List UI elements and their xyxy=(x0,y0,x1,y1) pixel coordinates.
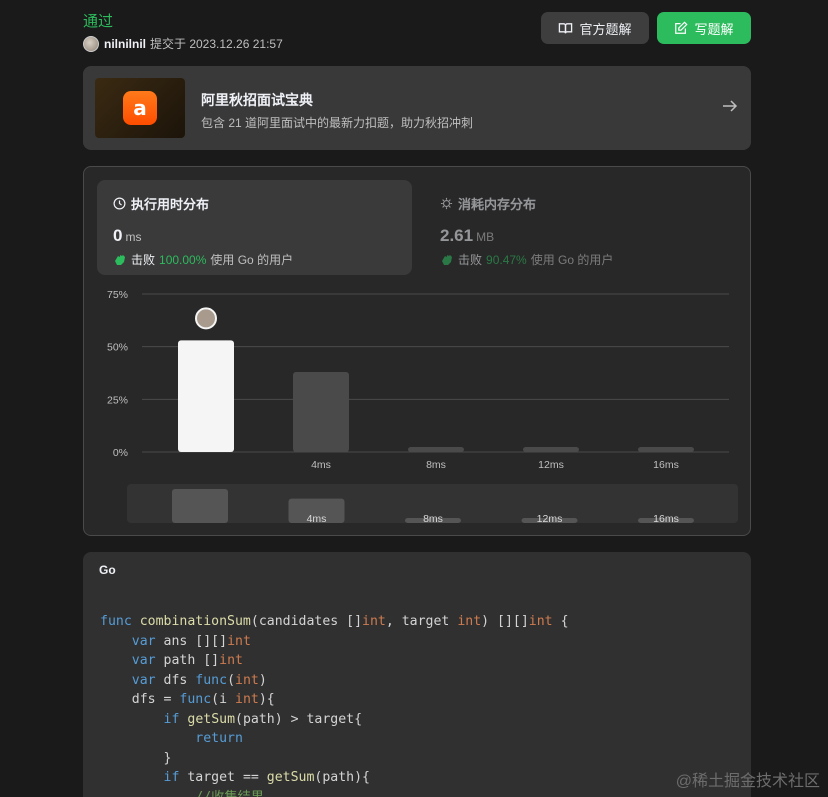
runtime-card[interactable]: 执行用时分布 0 ms 击败 100.00% 使用 Go 的用户 xyxy=(97,180,412,275)
y-tick-label: 50% xyxy=(107,342,128,354)
official-solution-label: 官方题解 xyxy=(579,21,632,37)
x-tick-label: 4ms xyxy=(311,459,331,471)
memory-beat-label: 击败 xyxy=(458,253,483,267)
alibaba-logo-icon: a xyxy=(123,91,157,125)
x-tick-label: 8ms xyxy=(426,459,446,471)
memory-unit: MB xyxy=(476,230,495,244)
overview-tick-label: 12ms xyxy=(537,513,563,525)
y-tick-label: 75% xyxy=(107,289,128,301)
clap-icon xyxy=(442,254,452,265)
banner-thumbnail: a xyxy=(95,78,185,138)
runtime-beat: 击败 100.00% 使用 Go 的用户 xyxy=(113,251,396,268)
runtime-beat-suffix: 使用 Go 的用户 xyxy=(210,253,294,267)
memory-beat-pct: 90.47% xyxy=(486,252,527,267)
write-solution-button[interactable]: 写题解 xyxy=(657,12,751,44)
book-icon xyxy=(559,22,573,33)
clock-icon xyxy=(113,197,126,210)
runtime-card-header: 执行用时分布 xyxy=(113,194,396,213)
promo-banner[interactable]: a 阿里秋招面试宝典 包含 21 道阿里面试中的最新力扣题，助力秋招冲刺 xyxy=(83,66,751,150)
username[interactable]: nilnilnil xyxy=(104,37,146,51)
runtime-title: 执行用时分布 xyxy=(131,197,210,212)
bar xyxy=(293,371,349,452)
memory-card[interactable]: 消耗内存分布 2.61 MB 击败 90.47% 使用 Go 的用户 xyxy=(424,180,739,275)
user-avatar-marker xyxy=(195,307,217,330)
bar xyxy=(178,340,234,452)
bar xyxy=(408,447,464,452)
overview-tick-label: 4ms xyxy=(307,513,327,525)
chip-icon xyxy=(440,197,453,210)
runtime-number: 0 xyxy=(113,226,123,245)
memory-beat-suffix: 使用 Go 的用户 xyxy=(530,253,614,267)
memory-card-header: 消耗内存分布 xyxy=(440,194,723,213)
runtime-beat-pct: 100.00% xyxy=(159,252,207,267)
submission-status: 通过 xyxy=(83,13,114,30)
clap-icon xyxy=(115,254,125,265)
performance-panel: 执行用时分布 0 ms 击败 100.00% 使用 Go 的用户 消耗内存分布 2… xyxy=(83,166,751,536)
submitted-time: 提交于 2023.12.26 21:57 xyxy=(150,37,283,51)
runtime-unit: ms xyxy=(125,230,142,244)
runtime-distribution-chart: 75% 50% 25% 0% 4ms 8ms 12ms 16ms 4ms 8ms 12ms 16ms xyxy=(107,289,738,525)
memory-beat: 击败 90.47% 使用 Go 的用户 xyxy=(440,251,723,268)
submission-meta: nilnilnil 提交于 2023.12.26 21:57 xyxy=(83,35,283,52)
bar xyxy=(523,447,579,452)
write-solution-label: 写题解 xyxy=(694,21,734,37)
runtime-beat-label: 击败 xyxy=(131,253,156,267)
edit-icon xyxy=(675,21,689,34)
arrow-right-icon xyxy=(723,100,738,112)
overview-bar xyxy=(172,489,228,523)
avatar[interactable] xyxy=(83,35,99,52)
overview-tick-label: 8ms xyxy=(423,513,443,525)
bar xyxy=(638,447,694,452)
x-tick-label: 16ms xyxy=(653,459,679,471)
code-language: Go xyxy=(99,563,116,577)
banner-description: 包含 21 道阿里面试中的最新力扣题，助力秋招冲刺 xyxy=(201,116,474,130)
banner-title: 阿里秋招面试宝典 xyxy=(201,92,313,108)
code-block[interactable]: func combinationSum(candidates []int, ta… xyxy=(100,612,569,797)
official-solution-button[interactable]: 官方题解 xyxy=(541,12,649,44)
runtime-value: 0 ms xyxy=(113,226,396,246)
memory-title: 消耗内存分布 xyxy=(458,197,537,212)
watermark: @稀土掘金技术社区 xyxy=(675,773,820,790)
code-panel: Go func combinationSum(candidates []int,… xyxy=(83,552,751,797)
y-tick-label: 0% xyxy=(113,447,128,459)
y-tick-label: 25% xyxy=(107,394,128,406)
memory-value: 2.61 MB xyxy=(440,226,723,246)
x-tick-label: 12ms xyxy=(538,459,564,471)
overview-tick-label: 16ms xyxy=(653,513,679,525)
memory-number: 2.61 xyxy=(440,226,474,245)
